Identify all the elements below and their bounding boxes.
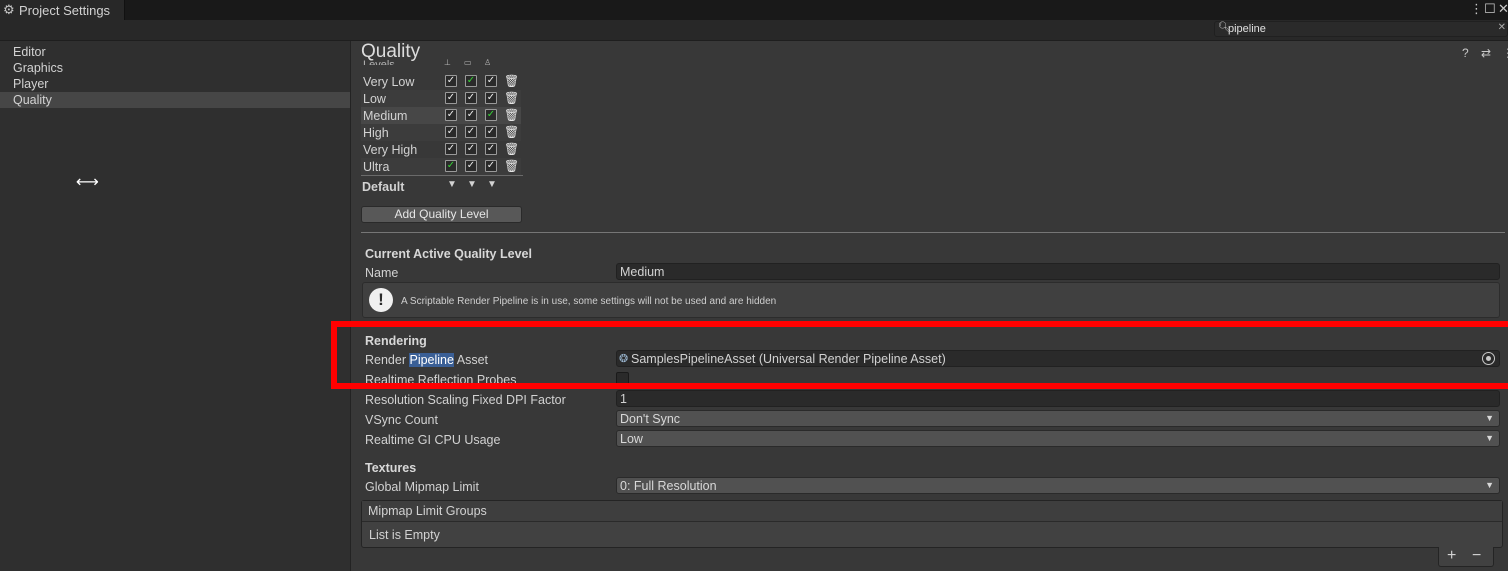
platform-checkbox[interactable]: ✓ [465, 75, 477, 87]
chevron-down-icon: ▼ [1485, 433, 1494, 443]
mipmap-limit-groups-list: Mipmap Limit Groups List is Empty [361, 500, 1503, 548]
vsync-count-dropdown[interactable]: Don't Sync ▼ [616, 410, 1500, 427]
info-icon: ! [369, 288, 393, 312]
info-message: A Scriptable Render Pipeline is in use, … [401, 296, 777, 307]
platform-checkbox[interactable]: ✓ [465, 143, 477, 155]
name-field[interactable]: Medium [616, 263, 1500, 280]
quality-level-name: High [363, 126, 389, 140]
close-icon[interactable]: ✕ [1498, 1, 1508, 17]
add-quality-level-button[interactable]: Add Quality Level [361, 206, 522, 223]
textures-heading: Textures [365, 461, 417, 475]
chevron-down-icon: ▼ [1485, 480, 1494, 490]
platform-checkbox[interactable]: ✓ [445, 75, 457, 87]
list-empty-text: List is Empty [369, 528, 440, 542]
vsync-count-label: VSync Count [365, 413, 438, 427]
levels-divider [361, 175, 523, 176]
global-mipmap-limit-label: Global Mipmap Limit [365, 480, 479, 494]
delete-level-icon[interactable]: 🗑︎ [504, 74, 519, 88]
sidebar-item-player[interactable]: Player [0, 76, 350, 92]
help-icon[interactable]: ? [1462, 46, 1469, 60]
platform-checkbox[interactable]: ✓ [485, 160, 497, 172]
delete-level-icon[interactable]: 🗑︎ [504, 91, 519, 105]
info-helpbox: ! A Scriptable Render Pipeline is in use… [362, 282, 1500, 318]
global-mipmap-limit-dropdown[interactable]: 0: Full Resolution ▼ [616, 477, 1500, 494]
gear-icon: ⚙ [3, 2, 15, 17]
project-settings-tab[interactable]: ⚙ Project Settings [0, 0, 125, 20]
resize-cursor-icon: ⟷ [76, 174, 99, 191]
quality-level-row[interactable]: Ultra ✓ ✓ ✓ 🗑︎ [361, 158, 521, 175]
settings-menu-icon[interactable]: ⋮ [1502, 46, 1508, 60]
quality-level-name: Medium [363, 109, 408, 123]
default-row-label: Default [362, 180, 405, 194]
dpi-factor-field[interactable]: 1 [616, 390, 1500, 407]
add-item-button[interactable]: + [1447, 547, 1456, 565]
settings-sidebar: Editor Graphics Player Quality [0, 41, 351, 571]
delete-level-icon[interactable]: 🗑︎ [504, 108, 519, 122]
platform-android-icon: ♙ [484, 58, 492, 65]
chevron-down-icon: ▼ [1485, 413, 1494, 423]
quality-level-name: Very High [363, 143, 418, 157]
platform-checkbox[interactable]: ✓ [465, 126, 477, 138]
platform-checkbox[interactable]: ✓ [485, 109, 497, 121]
quality-level-name: Low [363, 92, 386, 106]
delete-level-icon[interactable]: 🗑︎ [504, 125, 519, 139]
quality-level-row[interactable]: Very Low ✓ ✓ ✓ 🗑︎ [361, 73, 521, 90]
realtime-gi-cpu-dropdown[interactable]: Low ▼ [616, 430, 1500, 447]
list-footer: + − [1438, 547, 1494, 567]
section-divider [361, 232, 1505, 233]
platform-checkbox[interactable]: ✓ [465, 160, 477, 172]
platform-standalone-icon: ⊥ [444, 58, 451, 65]
default-webgl-dropdown[interactable]: ▼ [467, 179, 477, 190]
tab-title: Project Settings [19, 3, 111, 18]
current-level-heading: Current Active Quality Level [365, 247, 532, 261]
platform-checkbox[interactable]: ✓ [445, 109, 457, 121]
default-standalone-dropdown[interactable]: ▼ [447, 179, 457, 190]
quality-level-row[interactable]: Medium ✓ ✓ ✓ 🗑︎ [361, 107, 521, 124]
platform-checkbox[interactable]: ✓ [445, 126, 457, 138]
quality-level-name: Very Low [363, 75, 415, 89]
platform-checkbox[interactable]: ✓ [445, 143, 457, 155]
quality-level-name: Ultra [363, 160, 390, 174]
platform-checkbox[interactable]: ✓ [485, 92, 497, 104]
annotation-highlight-box [331, 321, 1508, 389]
quality-level-row[interactable]: Very High ✓ ✓ ✓ 🗑︎ [361, 141, 521, 158]
presets-icon[interactable]: ⇄ [1481, 46, 1491, 60]
remove-item-button[interactable]: − [1472, 547, 1481, 565]
sidebar-item-quality[interactable]: Quality [0, 92, 350, 108]
platform-checkbox[interactable]: ✓ [465, 109, 477, 121]
quality-level-row[interactable]: High ✓ ✓ ✓ 🗑︎ [361, 124, 521, 141]
platform-checkbox[interactable]: ✓ [445, 92, 457, 104]
sidebar-item-graphics[interactable]: Graphics [0, 60, 350, 76]
maximize-icon[interactable]: ☐ [1484, 1, 1496, 17]
search-text[interactable]: pipeline [1228, 23, 1266, 35]
mipmap-limit-groups-header[interactable]: Mipmap Limit Groups [362, 501, 1502, 522]
platform-checkbox[interactable]: ✓ [485, 75, 497, 87]
realtime-gi-cpu-label: Realtime GI CPU Usage [365, 433, 501, 447]
title-bar [0, 0, 1508, 20]
platform-checkbox[interactable]: ✓ [465, 92, 477, 104]
name-label: Name [365, 266, 399, 280]
levels-header: Levels [363, 59, 395, 65]
quality-level-row[interactable]: Low ✓ ✓ ✓ 🗑︎ [361, 90, 521, 107]
platform-checkbox[interactable]: ✓ [445, 160, 457, 172]
default-android-dropdown[interactable]: ▼ [487, 179, 497, 190]
delete-level-icon[interactable]: 🗑︎ [504, 142, 519, 156]
platform-checkbox[interactable]: ✓ [485, 126, 497, 138]
more-options-icon[interactable]: ⋮ [1470, 1, 1483, 17]
platform-webgl-icon: ▭ [464, 58, 472, 65]
clear-search-icon[interactable]: ✕ [1498, 22, 1506, 33]
sidebar-item-editor[interactable]: Editor [0, 44, 350, 60]
search-input[interactable]: 🔍︎ pipeline ✕ [1214, 21, 1508, 37]
delete-level-icon[interactable]: 🗑︎ [504, 159, 519, 173]
dpi-factor-label: Resolution Scaling Fixed DPI Factor [365, 393, 566, 407]
platform-checkbox[interactable]: ✓ [485, 143, 497, 155]
